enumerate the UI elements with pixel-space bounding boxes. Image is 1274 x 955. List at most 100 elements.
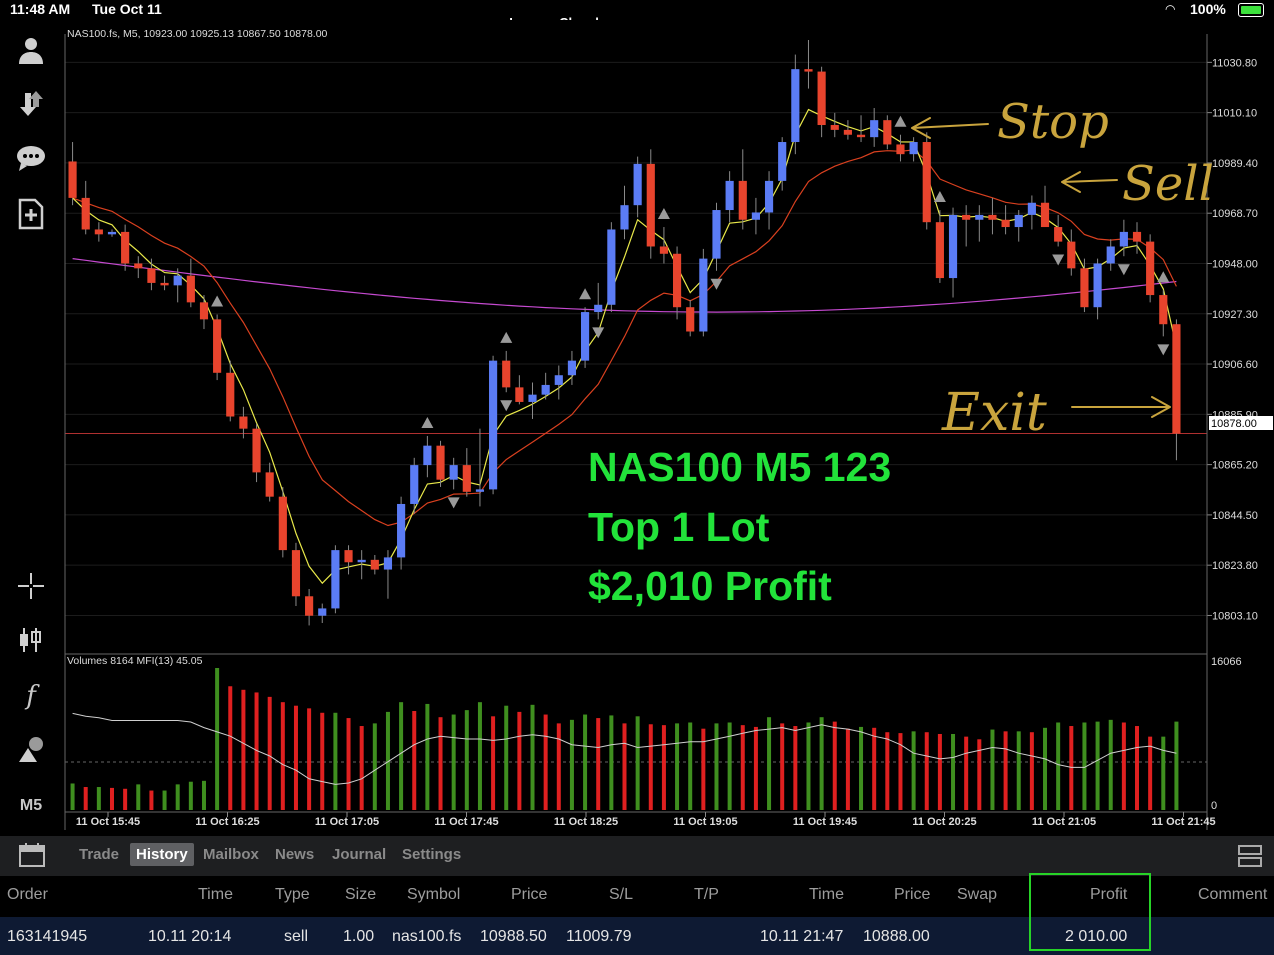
candle [620,205,629,230]
trade-arrows-icon[interactable] [11,84,51,124]
chat-icon[interactable] [11,138,51,178]
candle [449,465,458,480]
volume-bar [937,733,942,810]
chart-header: NAS100.fs, M5, 10923.00 10925.13 10867.5… [67,28,328,40]
volume-bar [1095,721,1100,810]
volume-bar [1003,731,1008,810]
layout-toggle-icon[interactable] [1237,844,1263,873]
candle [686,307,695,332]
candle [1054,227,1063,242]
volume-bar [438,717,443,810]
candle [843,129,852,135]
volume-bar [1043,727,1048,810]
volume-bar [530,704,535,810]
col-size: Size [345,886,377,903]
col-swap: Swap [957,886,998,903]
crosshair-icon[interactable] [11,566,51,606]
sell-annotation: Sell [1122,156,1214,212]
tab-history[interactable]: History [130,843,194,866]
volume-bar [543,714,548,810]
candle [1119,231,1128,247]
time-tick-label: 11 Oct 21:05 [1032,816,1096,828]
candle [1080,268,1089,308]
volume-bar [517,711,522,810]
tab-journal[interactable]: Journal [332,846,386,863]
candle [1067,241,1076,269]
volume-bar [188,781,193,810]
candle [883,120,892,145]
candle [436,445,445,480]
indicators-icon[interactable]: f [11,676,51,716]
candle [804,69,813,72]
tab-mailbox[interactable]: Mailbox [203,846,259,863]
tab-trade[interactable]: Trade [79,846,119,863]
candle [186,275,195,303]
candle [541,384,550,395]
volume-bar [688,722,693,810]
candle [738,180,747,220]
candle [935,222,944,279]
cell-order: 163141945 [7,928,88,945]
volume-bar [491,716,496,810]
chart-area[interactable]: NAS100.fs, M5, 10923.00 10925.13 10867.5… [62,20,1274,835]
volume-bar [661,725,666,810]
bottom-tab-bar: Trade History Mailbox News Journal Setti… [0,836,1274,876]
candle [988,214,997,220]
volume-bar [1161,736,1166,810]
objects-icon[interactable] [11,730,51,770]
time-tick-label: 11 Oct 17:05 [315,816,379,828]
col-price: Price [511,886,548,903]
timeframe-button[interactable]: M5 [11,786,51,826]
time-tick-label: 11 Oct 18:25 [554,816,618,828]
price-chart[interactable]: NAS100.fs, M5, 10923.00 10925.13 10867.5… [62,20,1274,835]
candle [357,559,366,563]
volume-bar [845,728,850,810]
candle [397,503,406,558]
volume-bar [648,724,653,810]
volume-bar [215,668,220,810]
tab-news[interactable]: News [275,846,314,863]
candle [1093,263,1102,308]
candle [291,550,301,597]
candle [1159,295,1168,325]
volume-bar [1135,726,1140,810]
account-icon[interactable] [11,30,51,70]
price-tick-label: 11010.10 [1212,108,1257,120]
candle [712,210,721,259]
volume-bar [451,714,456,810]
time-tick-label: 11 Oct 15:45 [76,816,140,828]
price-tick-label: 10948.00 [1212,258,1258,270]
chart-type-icon[interactable] [11,620,51,660]
volume-bar [109,787,114,810]
volume-bar [293,705,298,810]
cell-close-price: 10888.00 [863,928,930,945]
candle [475,489,485,492]
candle [344,550,353,563]
candle [581,312,590,361]
overlay-lot: Top 1 Lot [588,504,770,550]
candle [68,161,77,198]
volume-bar [333,712,338,810]
time-tick-label: 11 Oct 19:45 [793,816,857,828]
volume-bar [399,702,404,810]
calendar-icon[interactable] [18,842,46,873]
candle [278,496,287,551]
candle [830,125,839,130]
volume-bar [990,729,995,810]
new-order-icon[interactable] [11,194,51,234]
candle [962,214,971,220]
candle [870,120,879,138]
candle [975,214,984,220]
time-tick-label: 11 Oct 20:25 [912,816,976,828]
volume-min-label: 0 [1211,800,1217,812]
volume-bar [911,731,916,810]
tab-settings[interactable]: Settings [402,846,461,863]
candle [239,416,248,429]
candle [856,134,866,138]
volume-bar [780,723,785,810]
candle [1106,246,1115,264]
overlay-profit: $2,010 Profit [588,563,832,609]
col-close-time: Time [809,886,844,903]
candle [948,214,958,279]
volume-bar [569,719,574,810]
